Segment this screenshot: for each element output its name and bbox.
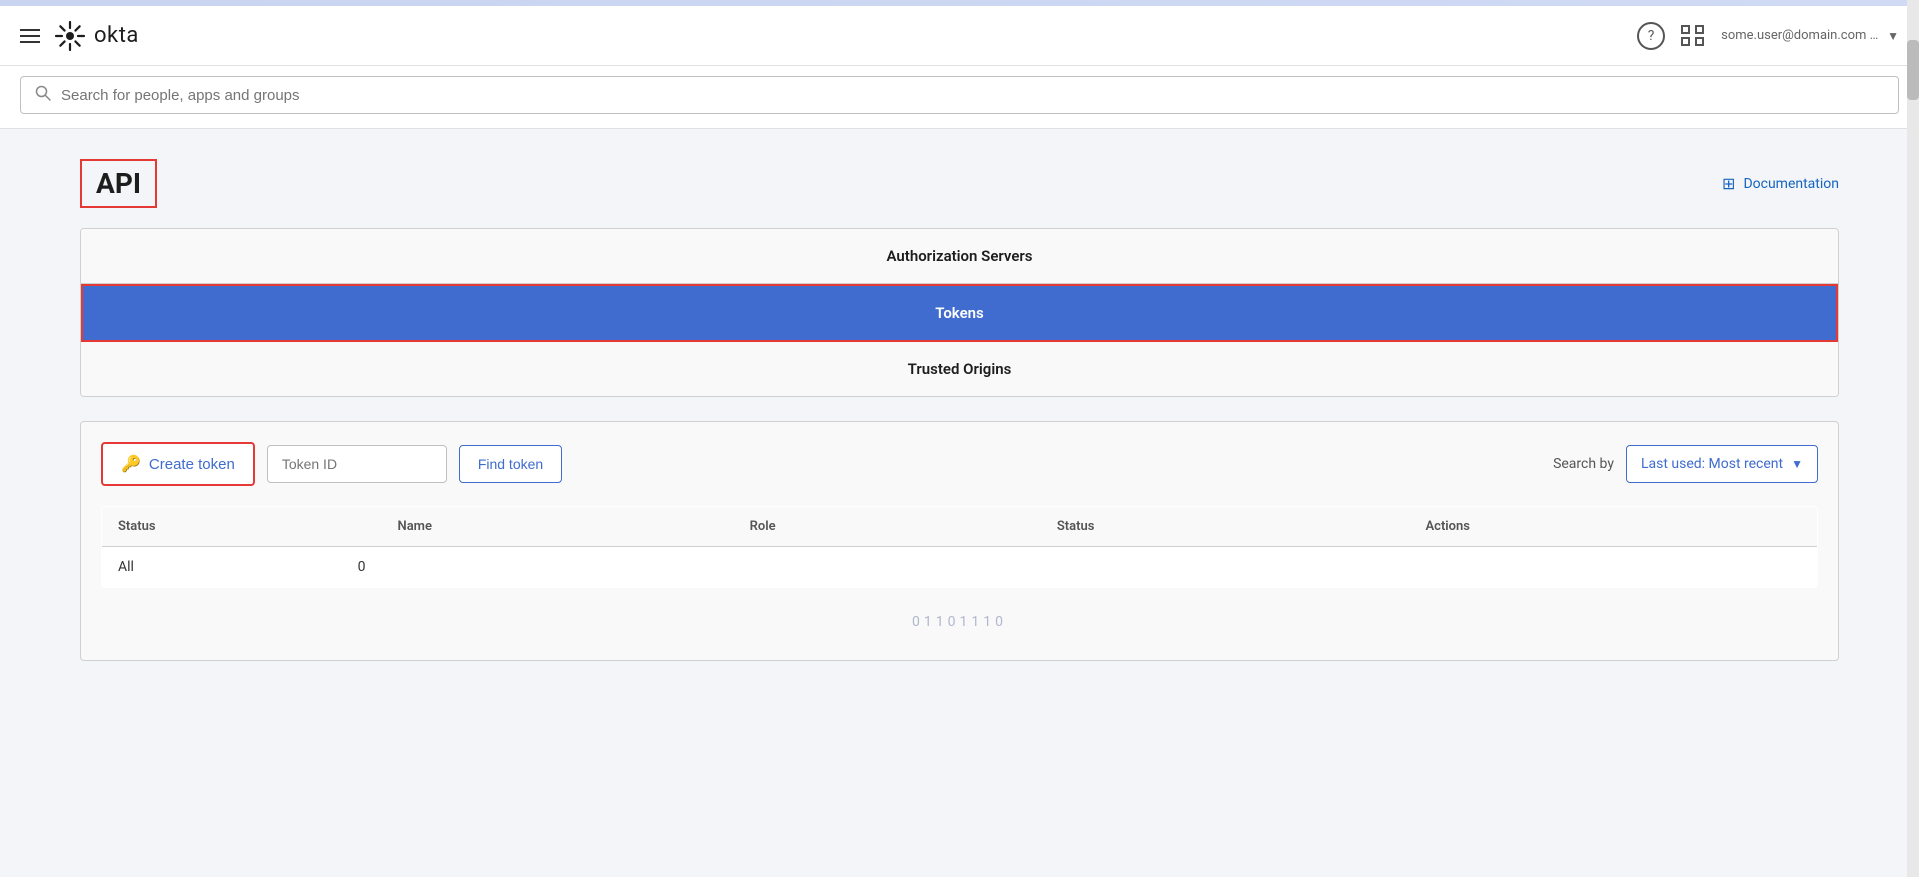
name-cell	[382, 547, 734, 588]
search-bar-container	[0, 66, 1919, 129]
help-button[interactable]: ?	[1637, 22, 1665, 50]
tabs-panel: Authorization Servers Tokens Trusted Ori…	[80, 228, 1839, 397]
col-name: Name	[382, 507, 734, 547]
scrollbar-track	[1907, 0, 1919, 877]
status-all-count: 0	[358, 559, 366, 575]
create-token-button[interactable]: 🔑 Create token	[101, 442, 255, 486]
status-all-label: All	[118, 559, 134, 575]
chevron-down-icon: ▼	[1791, 457, 1803, 471]
page-title: API	[96, 167, 141, 200]
token-id-input[interactable]	[267, 445, 447, 483]
okta-brand-text: okta	[94, 23, 139, 48]
create-token-label: Create token	[149, 456, 235, 473]
search-by-dropdown[interactable]: Last used: Most recent ▼	[1626, 445, 1818, 483]
apps-grid-button[interactable]	[1681, 25, 1705, 46]
hamburger-menu[interactable]	[20, 29, 40, 43]
col-status-filter: Status	[102, 507, 382, 547]
documentation-icon: ⊞	[1722, 174, 1735, 193]
binary-decoration: 01101110	[101, 604, 1818, 640]
tokens-section: 🔑 Create token Find token Search by Last…	[80, 421, 1839, 661]
scrollbar-thumb[interactable]	[1907, 40, 1919, 100]
tokens-toolbar: 🔑 Create token Find token Search by Last…	[101, 442, 1818, 486]
user-display-text: some.user@domain.com or CST	[1721, 28, 1881, 43]
chevron-down-icon: ▼	[1887, 29, 1899, 43]
actions-cell	[1409, 547, 1817, 588]
tab-authorization-servers[interactable]: Authorization Servers	[81, 229, 1838, 284]
top-nav-bar: okta ? some.user@domain.com or CST ▼	[0, 6, 1919, 66]
tokens-table: Status Name Role Status Actions	[101, 506, 1818, 588]
okta-logo: okta	[54, 20, 139, 52]
col-role: Role	[734, 507, 1041, 547]
documentation-link[interactable]: ⊞ Documentation	[1722, 174, 1839, 193]
table-row: All 0	[102, 547, 1818, 588]
col-actions: Actions	[1409, 507, 1817, 547]
main-content: API ⊞ Documentation Authorization Server…	[0, 129, 1919, 691]
col-status: Status	[1041, 507, 1410, 547]
page-title-box: API	[80, 159, 157, 208]
table-header-row: Status Name Role Status Actions	[102, 507, 1818, 547]
search-by-value: Last used: Most recent	[1641, 456, 1783, 472]
tab-tokens[interactable]: Tokens	[81, 284, 1838, 342]
nav-right: ? some.user@domain.com or CST ▼	[1637, 22, 1899, 50]
documentation-link-label: Documentation	[1743, 176, 1839, 192]
search-by-label: Search by	[1553, 456, 1614, 472]
status-cell	[1041, 547, 1410, 588]
status-all-cell: All 0	[102, 547, 382, 588]
key-icon: 🔑	[121, 454, 141, 474]
okta-sunburst-icon	[54, 20, 86, 52]
tab-trusted-origins[interactable]: Trusted Origins	[81, 342, 1838, 396]
user-account-dropdown[interactable]: some.user@domain.com or CST ▼	[1721, 28, 1899, 43]
page-header: API ⊞ Documentation	[80, 159, 1839, 208]
find-token-button[interactable]: Find token	[459, 445, 562, 483]
role-cell	[734, 547, 1041, 588]
global-search-bar	[20, 76, 1899, 114]
search-input[interactable]	[61, 87, 1884, 104]
search-icon	[35, 85, 51, 105]
nav-left: okta	[20, 20, 139, 52]
